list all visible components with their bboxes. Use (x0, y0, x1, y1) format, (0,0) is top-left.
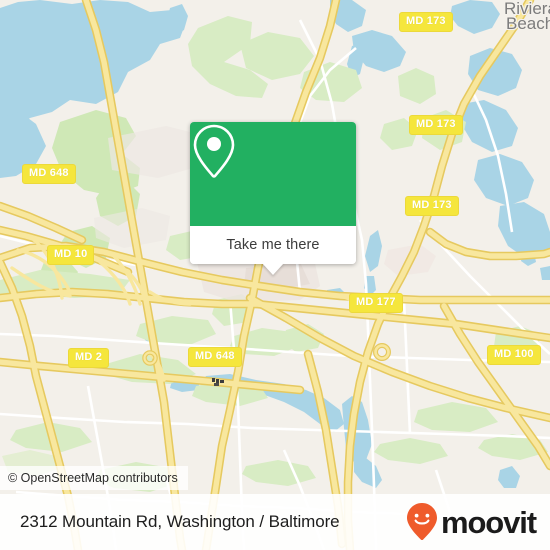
map-screenshot: Riviera Beach MD 173 MD 173 MD 173 MD 64… (0, 0, 550, 550)
footer-bar: 2312 Mountain Rd, Washington / Baltimore… (0, 494, 550, 550)
moovit-logo[interactable]: moovit (405, 502, 537, 542)
road-shield-md177[interactable]: MD 177 (349, 293, 403, 313)
map-canvas[interactable]: Riviera Beach MD 173 MD 173 MD 173 MD 64… (0, 0, 550, 550)
map-pin-icon (193, 124, 235, 178)
road-shield-md173-north[interactable]: MD 173 (399, 12, 453, 32)
moovit-smiley-pin-icon (406, 503, 437, 541)
road-shield-md648-north[interactable]: MD 648 (22, 164, 76, 184)
location-popup[interactable]: Take me there (190, 122, 356, 275)
address-label: 2312 Mountain Rd, Washington / Baltimore (20, 512, 340, 531)
take-me-there-label: Take me there (226, 237, 320, 253)
popup-footer[interactable]: Take me there (190, 226, 356, 275)
moovit-wordmark: moovit (440, 504, 537, 540)
road-shield-md2[interactable]: MD 2 (68, 348, 110, 368)
popup-header (190, 122, 356, 226)
place-label-beach: Beach (506, 14, 550, 33)
road-shield-md10[interactable]: MD 10 (47, 245, 95, 265)
road-shield-md648-south[interactable]: MD 648 (188, 347, 242, 367)
popup-pointer (262, 263, 284, 275)
road-shield-md173-south[interactable]: MD 173 (405, 196, 459, 216)
road-shield-md100[interactable]: MD 100 (487, 345, 541, 365)
road-shield-md173-mid[interactable]: MD 173 (409, 115, 463, 135)
osm-attribution[interactable]: © OpenStreetMap contributors (0, 466, 188, 490)
